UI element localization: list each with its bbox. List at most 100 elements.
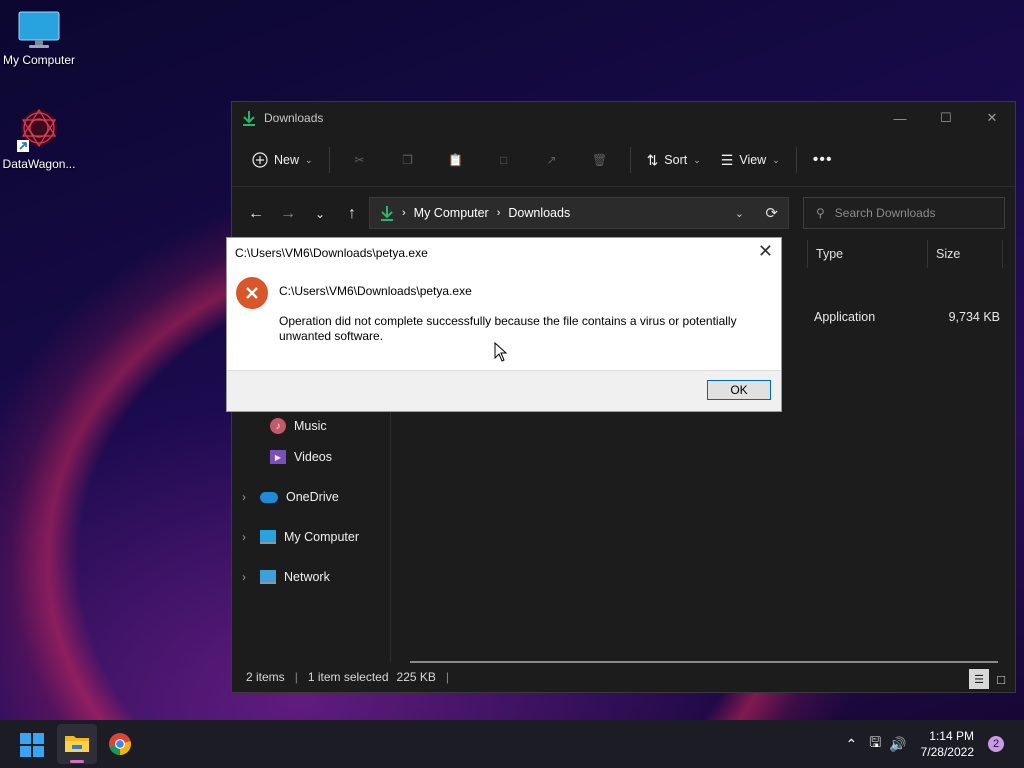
- error-dialog: C:\Users\VM6\Downloads\petya.exe ✕ C:\Us…: [226, 237, 782, 412]
- dialog-title: C:\Users\VM6\Downloads\petya.exe: [235, 246, 428, 260]
- details-view-toggle[interactable]: ☰: [969, 669, 989, 689]
- system-tray: ⌃ 🖫 🔊 1:14 PM 7/28/2022 2: [846, 720, 1024, 768]
- status-divider: |: [445, 670, 450, 684]
- status-selected: 1 item selected: [307, 670, 389, 684]
- network-status-icon[interactable]: 🖫: [869, 732, 881, 756]
- folder-icon: [65, 736, 89, 752]
- breadcrumb-my-computer[interactable]: My Computer: [414, 206, 489, 220]
- taskbar-file-explorer[interactable]: [57, 724, 97, 764]
- nav-item-videos[interactable]: ▶ Videos: [270, 450, 332, 464]
- file-type-cell: Application: [814, 310, 876, 324]
- chevron-right-icon: ›: [496, 207, 501, 219]
- notification-badge[interactable]: 2: [988, 736, 1004, 752]
- title-bar: Downloads — ☐ ✕: [232, 102, 1015, 134]
- toolbar-separator: [328, 147, 330, 173]
- address-dropdown-chevron-icon[interactable]: ⌄: [735, 207, 744, 220]
- monitor-icon: [260, 530, 276, 544]
- desktop-icon-label: DataWagon...: [2, 157, 76, 171]
- nav-item-my-computer[interactable]: › My Computer: [242, 530, 359, 544]
- column-type-label: Type: [816, 247, 844, 261]
- search-placeholder: Search Downloads: [834, 206, 936, 220]
- volume-icon[interactable]: 🔊: [889, 736, 906, 753]
- error-icon: [236, 277, 268, 309]
- refresh-icon[interactable]: ⟳: [765, 204, 778, 222]
- back-arrow-icon[interactable]: ←: [240, 205, 272, 223]
- mouse-cursor-icon: [494, 342, 508, 362]
- more-options-button[interactable]: •••: [803, 145, 843, 175]
- nav-item-onedrive[interactable]: › OneDrive: [242, 490, 339, 504]
- show-hidden-icons-chevron-icon[interactable]: ⌃: [846, 736, 858, 753]
- rename-icon[interactable]: □: [480, 153, 528, 167]
- forward-arrow-icon[interactable]: →: [272, 205, 304, 223]
- chevron-right-icon[interactable]: ›: [242, 530, 252, 544]
- chevron-down-icon: ⌄: [772, 154, 780, 165]
- dialog-close-button[interactable]: ✕: [758, 241, 773, 262]
- nav-label: Videos: [294, 450, 332, 464]
- nav-label: Music: [294, 419, 327, 433]
- desktop-icon-my-computer[interactable]: My Computer: [1, 10, 77, 67]
- nav-item-network[interactable]: › Network: [242, 570, 330, 584]
- ok-button[interactable]: OK: [707, 380, 771, 400]
- plus-circle-icon: [252, 152, 268, 168]
- file-row[interactable]: Application 9,734 KB: [814, 307, 1002, 327]
- desktop-icon-datawagon[interactable]: DataWagon...: [1, 106, 77, 171]
- search-box[interactable]: ⚲ Search Downloads: [803, 197, 1005, 229]
- chevron-right-icon[interactable]: ›: [242, 490, 252, 504]
- desktop-icon-label: My Computer: [2, 53, 76, 67]
- minimize-button[interactable]: —: [877, 102, 923, 134]
- breadcrumb-downloads[interactable]: Downloads: [508, 206, 570, 220]
- cut-icon[interactable]: ✂: [336, 153, 384, 167]
- start-button[interactable]: [20, 733, 44, 757]
- maximize-button[interactable]: ☐: [923, 102, 969, 134]
- taskbar-chrome[interactable]: [108, 732, 132, 756]
- sort-button[interactable]: ⇅ Sort ⌄: [637, 146, 711, 175]
- copy-icon[interactable]: ❐: [384, 153, 432, 167]
- file-size-cell: 9,734 KB: [948, 310, 1000, 324]
- music-icon: ♪: [270, 418, 286, 434]
- sort-icon: ⇅: [646, 151, 659, 168]
- video-icon: ▶: [270, 450, 286, 464]
- view-button[interactable]: ☰ View ⌄: [711, 146, 790, 175]
- nav-label: OneDrive: [286, 490, 339, 504]
- column-header-type[interactable]: Type: [807, 240, 936, 268]
- download-icon: [381, 206, 393, 221]
- network-icon: [260, 570, 276, 584]
- dialog-footer: OK: [227, 370, 781, 411]
- sort-label: Sort: [664, 153, 688, 167]
- up-arrow-icon[interactable]: ↑: [336, 205, 368, 223]
- recent-locations-chevron-icon[interactable]: ⌄: [304, 207, 336, 221]
- nav-item-music[interactable]: ♪ Music: [270, 418, 327, 434]
- address-bar[interactable]: › My Computer › Downloads ⌄ ⟳: [369, 197, 789, 229]
- download-icon: [243, 111, 255, 126]
- chevron-right-icon[interactable]: ›: [242, 570, 252, 584]
- windows-logo-icon: [20, 733, 44, 757]
- datawagon-app-icon: [17, 108, 57, 152]
- window-title: Downloads: [264, 111, 324, 125]
- cloud-icon: [260, 491, 278, 503]
- delete-icon[interactable]: 🗑: [576, 153, 624, 167]
- chrome-icon: [109, 733, 131, 755]
- chevron-right-icon: ›: [402, 207, 406, 219]
- new-button[interactable]: New ⌄: [242, 146, 323, 174]
- dialog-heading: C:\Users\VM6\Downloads\petya.exe: [279, 284, 472, 298]
- clock[interactable]: 1:14 PM 7/28/2022: [921, 728, 974, 760]
- active-app-indicator: [70, 760, 84, 763]
- close-window-button[interactable]: ✕: [969, 102, 1015, 134]
- taskbar: ⌃ 🖫 🔊 1:14 PM 7/28/2022 2: [0, 720, 1024, 768]
- view-label: View: [739, 153, 767, 167]
- clock-date: 7/28/2022: [920, 745, 974, 759]
- nav-label: Network: [284, 570, 330, 584]
- chevron-down-icon: ⌄: [693, 154, 701, 165]
- search-icon: ⚲: [816, 206, 825, 220]
- status-bar: 2 items | 1 item selected 225 KB |: [246, 666, 449, 688]
- paste-icon[interactable]: 📋: [432, 153, 480, 167]
- share-icon[interactable]: ↗: [528, 153, 576, 167]
- view-list-icon: ☰: [720, 151, 734, 168]
- horizontal-scrollbar[interactable]: [410, 661, 998, 663]
- command-bar: New ⌄ ✂ ❐ 📋 □ ↗ 🗑 ⇅ Sort ⌄ ☰ View ⌄ •••: [232, 134, 1015, 187]
- clock-time: 1:14 PM: [929, 729, 974, 743]
- dialog-message: Operation did not complete successfully …: [279, 314, 737, 343]
- column-header-size[interactable]: Size: [927, 240, 1003, 268]
- tiles-view-toggle[interactable]: □: [991, 669, 1011, 689]
- status-divider: |: [294, 670, 298, 684]
